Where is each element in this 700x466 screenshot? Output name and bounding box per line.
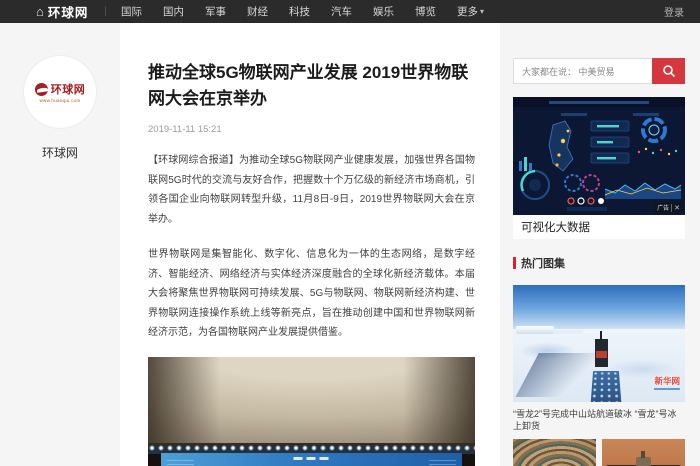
nav-item-international[interactable]: 国际: [121, 4, 142, 19]
photo-sky: [513, 285, 685, 329]
home-icon[interactable]: ⌂: [36, 4, 44, 19]
photo-ice-channel: [591, 371, 621, 402]
nav-item-finance[interactable]: 财经: [247, 4, 268, 19]
ad-badge: 广告 ✕: [654, 202, 683, 213]
article-date: 2019-11-11 15:21: [148, 124, 475, 135]
nav-item-entertainment[interactable]: 娱乐: [373, 4, 394, 19]
top-navbar: ⌂ 环球网 | 国际 国内 军事 财经 科技 汽车 娱乐 博览 更多▾ 登录: [0, 0, 700, 23]
gallery-thumbnails: [513, 439, 685, 466]
article-title: 推动全球5G物联网产业发展 2019世界物联网大会在京举办: [148, 60, 475, 111]
article-paragraph: 世界物联网是集智能化、数字化、信息化为一体的生态网络，是数字经济、智能经济、网络…: [148, 245, 475, 343]
logo-url-text: www.huanqiu.com: [39, 98, 80, 103]
nav-item-expo[interactable]: 博览: [415, 4, 436, 19]
photo-side-panel-right: [429, 460, 456, 466]
nav-item-domestic[interactable]: 国内: [163, 4, 184, 19]
right-sidebar: 广告 ✕ 可视化大数据 热门图集 新华网 “雪龙2”号完成中山站航道破冰 “雪龙…: [513, 58, 685, 466]
search-input[interactable]: [513, 58, 652, 84]
nav-item-more[interactable]: 更多▾: [457, 4, 484, 19]
section-accent-bar: [513, 257, 516, 269]
photo-icebreaker-ship: [595, 339, 608, 367]
article-photo-conference: 2019 WIOTC 世界物联网大会 Promoting the 5G IoT …: [148, 357, 475, 466]
ad-caption[interactable]: 可视化大数据: [513, 215, 685, 239]
search-button[interactable]: [652, 58, 685, 84]
nav-more-label: 更多: [457, 4, 478, 19]
huanqiu-logo: 环球网: [35, 81, 86, 97]
nav-item-tech[interactable]: 科技: [289, 4, 310, 19]
lander-body: [636, 457, 651, 466]
photo-stage-lights: [148, 443, 475, 454]
login-link[interactable]: 登录: [664, 4, 684, 19]
ad-image-dashboard[interactable]: 广告 ✕: [513, 97, 685, 215]
gallery-photo-icebreaker[interactable]: 新华网: [513, 285, 685, 402]
gallery-thumb-mars-lander[interactable]: [602, 439, 685, 466]
article-paragraph: 【环球网综合报道】为推动全球5G物联网产业健康发展，加强世界各国物联网5G时代的…: [148, 151, 475, 229]
gallery-caption[interactable]: “雪龙2”号完成中山站航道破冰 “雪龙”号冰上卸货: [513, 409, 685, 432]
gallery-section-title: 热门图集: [521, 255, 565, 271]
photo-banner-logos: [294, 457, 329, 460]
logo-text: 环球网: [51, 81, 86, 97]
profile-column: 环球网 www.huanqiu.com 环球网: [0, 23, 120, 161]
nav-items: 国际 国内 军事 财经 科技 汽车 娱乐 博览 更多▾: [121, 4, 484, 19]
navbar-left: ⌂ 环球网 | 国际 国内 军事 财经 科技 汽车 娱乐 博览 更多▾: [36, 2, 484, 21]
photo-ceiling: [148, 357, 475, 452]
brand-logo[interactable]: 环球网: [48, 2, 89, 21]
search-bar: [513, 58, 685, 84]
profile-name[interactable]: 环球网: [0, 144, 120, 161]
ad-badge-label: 广告: [657, 203, 669, 212]
search-icon: [662, 64, 676, 78]
photo-led-screen: 2019 WIOTC 世界物联网大会 Promoting the 5G IoT …: [161, 453, 462, 466]
photo-iceberg: [516, 326, 554, 334]
page: ⌂ 环球网 | 国际 国内 军事 财经 科技 汽车 娱乐 博览 更多▾ 登录 环…: [0, 0, 700, 466]
dashboard-graphic: [513, 97, 685, 215]
nav-item-auto[interactable]: 汽车: [331, 4, 352, 19]
article-card: 推动全球5G物联网产业发展 2019世界物联网大会在京举办 2019-11-11…: [120, 23, 500, 466]
gallery-thumb-geology[interactable]: [513, 439, 596, 466]
avatar[interactable]: 环球网 www.huanqiu.com: [24, 56, 96, 128]
gallery-section-header: 热门图集: [513, 255, 685, 271]
nav-item-military[interactable]: 军事: [205, 4, 226, 19]
nav-divider: |: [104, 6, 107, 17]
chevron-down-icon: ▾: [480, 7, 484, 16]
photo-side-panel-left: [167, 460, 194, 466]
globe-icon: [35, 83, 48, 96]
xinhua-watermark: 新华网: [654, 375, 680, 390]
close-icon[interactable]: ✕: [671, 204, 680, 212]
